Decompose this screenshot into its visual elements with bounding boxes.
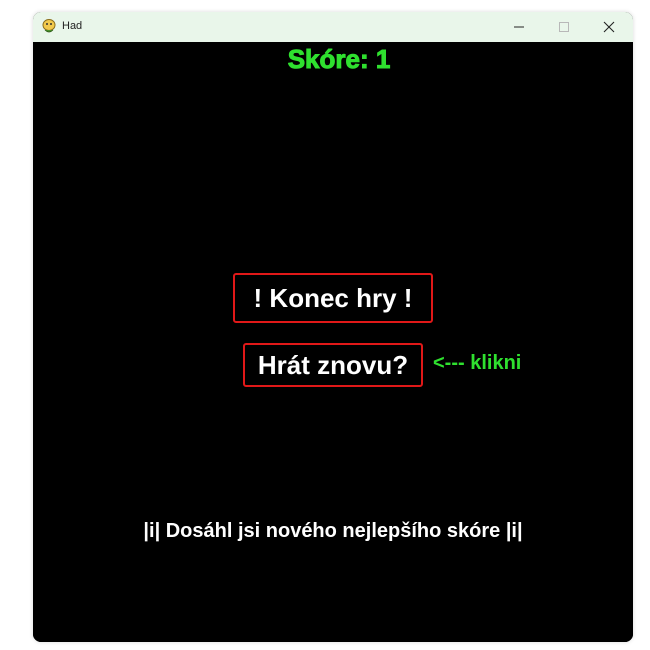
pygame-snake-icon bbox=[41, 18, 57, 34]
close-button[interactable] bbox=[586, 12, 632, 42]
game-window: Had Skóre: 1 ! Konec hry ! Hrát znovu? <… bbox=[33, 12, 633, 642]
maximize-icon bbox=[558, 21, 570, 33]
window-title: Had bbox=[62, 20, 83, 32]
score-display: Skóre: 1 bbox=[287, 44, 391, 75]
play-again-button[interactable]: Hrát znovu? bbox=[243, 343, 423, 387]
maximize-button[interactable] bbox=[541, 12, 587, 42]
click-hint: <--- klikni bbox=[433, 352, 522, 374]
title-bar[interactable]: Had bbox=[33, 12, 633, 42]
close-icon bbox=[603, 21, 615, 33]
new-record-message: |i| Dosáhl jsi nového nejlepšího skóre |… bbox=[143, 520, 523, 542]
minimize-button[interactable] bbox=[496, 12, 542, 42]
play-again-label: Hrát znovu? bbox=[257, 349, 409, 380]
game-canvas[interactable]: Skóre: 1 ! Konec hry ! Hrát znovu? <--- … bbox=[33, 42, 633, 642]
game-over-banner: ! Konec hry ! bbox=[233, 273, 433, 323]
minimize-icon bbox=[513, 21, 525, 33]
game-over-label: ! Konec hry ! bbox=[253, 282, 413, 313]
